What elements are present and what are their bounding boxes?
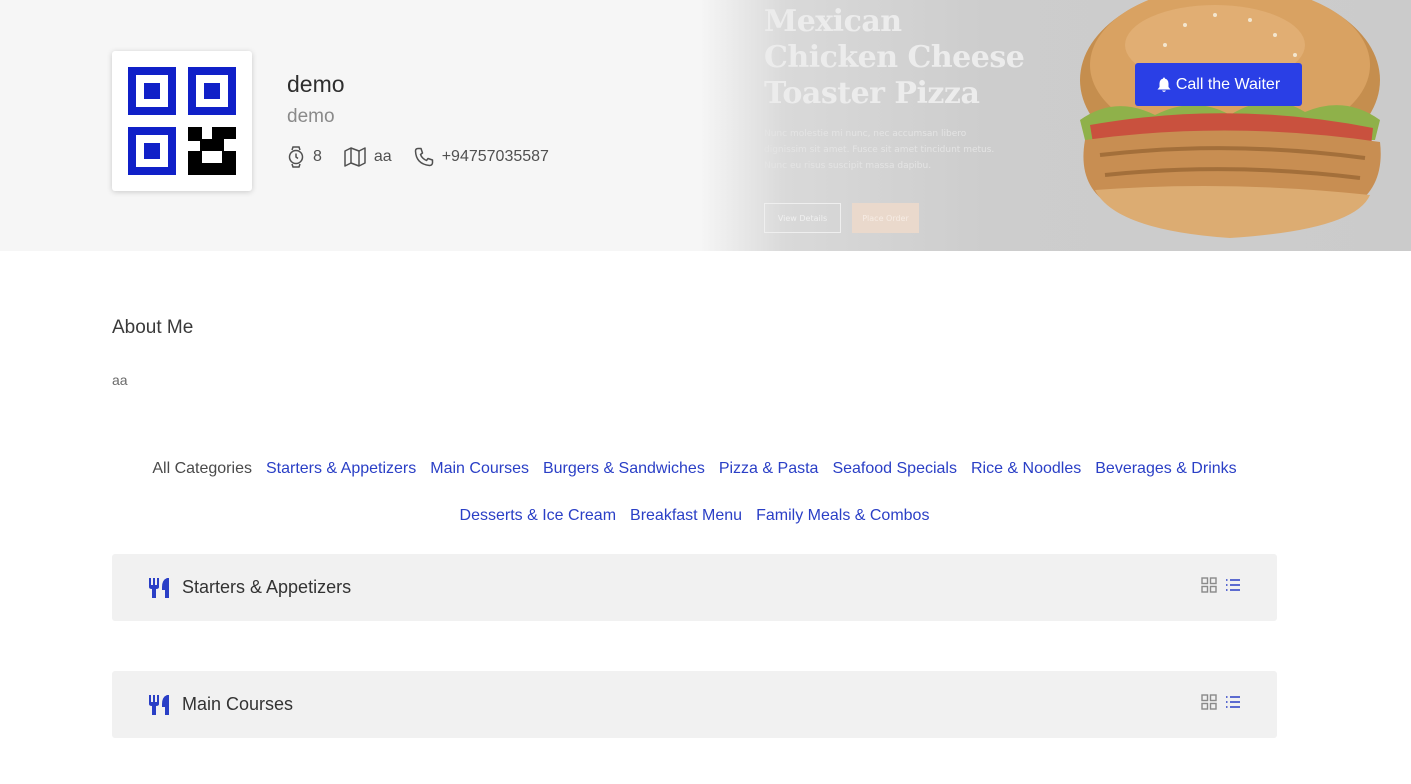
category-pizza[interactable]: Pizza & Pasta xyxy=(719,455,819,482)
burger-image xyxy=(1080,0,1381,238)
view-toggle xyxy=(1201,577,1241,593)
profile-meta: 8 aa +94757035587 xyxy=(287,146,571,168)
banner-order-button: Place Order xyxy=(852,203,919,233)
utensils-icon xyxy=(148,694,170,716)
map-value: aa xyxy=(373,148,392,165)
watch-value: 8 xyxy=(313,148,322,165)
grid-view-icon[interactable] xyxy=(1201,694,1217,710)
section-title: Main Courses xyxy=(182,694,294,714)
profile-info: demo demo 8 aa +94757035587 xyxy=(287,68,571,168)
category-starters[interactable]: Starters & Appetizers xyxy=(266,455,416,482)
call-waiter-button[interactable]: Call the Waiter xyxy=(1135,63,1302,106)
category-nav: All Categories Starters & Appetizers Mai… xyxy=(112,455,1277,529)
profile-subtitle: demo xyxy=(287,106,335,127)
about-title: About Me xyxy=(112,317,194,338)
category-burgers[interactable]: Burgers & Sandwiches xyxy=(543,455,705,482)
section-header[interactable]: Main Courses xyxy=(112,671,1277,738)
category-breakfast[interactable]: Breakfast Menu xyxy=(630,502,742,529)
promo-banner: Mexican Chicken Cheese Toaster Pizza Nun… xyxy=(700,0,1411,251)
list-view-icon[interactable] xyxy=(1225,694,1241,710)
about-text: aa xyxy=(112,372,128,388)
bell-icon xyxy=(1157,77,1171,92)
category-beverages[interactable]: Beverages & Drinks xyxy=(1095,455,1236,482)
qr-logo-card xyxy=(112,51,252,191)
category-main-courses[interactable]: Main Courses xyxy=(430,455,529,482)
profile-name: demo xyxy=(287,71,345,97)
banner-description: Nunc molestie mi nunc, nec accumsan libe… xyxy=(764,129,995,171)
call-waiter-label: Call the Waiter xyxy=(1175,75,1281,93)
phone-number: +94757035587 xyxy=(441,148,549,165)
watch-icon xyxy=(288,146,304,168)
section-title: Starters & Appetizers xyxy=(182,577,352,597)
header-hero: Mexican Chicken Cheese Toaster Pizza Nun… xyxy=(0,0,1411,251)
map-icon xyxy=(344,147,366,167)
meta-map: aa xyxy=(344,147,392,167)
banner-title: Mexican Chicken Cheese Toaster Pizza xyxy=(764,4,1025,112)
category-family-meals[interactable]: Family Meals & Combos xyxy=(756,502,929,529)
category-all[interactable]: All Categories xyxy=(152,455,252,482)
banner-title-line: Chicken Cheese xyxy=(764,40,1025,75)
section-header[interactable]: Starters & Appetizers xyxy=(112,554,1277,621)
banner-view-details-button: View Details xyxy=(764,203,841,233)
category-seafood[interactable]: Seafood Specials xyxy=(832,455,957,482)
list-view-icon[interactable] xyxy=(1225,577,1241,593)
view-toggle xyxy=(1201,694,1241,710)
banner-title-line: Toaster Pizza xyxy=(764,76,980,111)
grid-view-icon[interactable] xyxy=(1201,577,1217,593)
phone-icon xyxy=(414,147,433,167)
utensils-icon xyxy=(148,577,170,599)
banner-title-line: Mexican xyxy=(764,4,902,39)
qr-code-icon xyxy=(128,67,236,175)
meta-watch: 8 xyxy=(287,146,322,168)
meta-phone[interactable]: +94757035587 xyxy=(414,147,549,167)
category-desserts[interactable]: Desserts & Ice Cream xyxy=(460,502,616,529)
category-rice[interactable]: Rice & Noodles xyxy=(971,455,1081,482)
